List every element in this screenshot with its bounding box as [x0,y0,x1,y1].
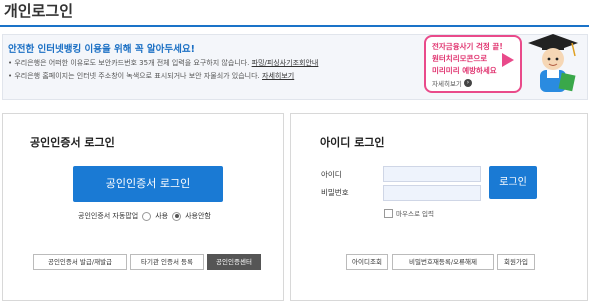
cert-center-button[interactable]: 공인인증센터 [207,254,261,270]
graduate-character-illustration [528,34,578,92]
auto-popup-setting: 공인인증서 자동팝업 사용 사용안함 [78,211,211,221]
arrow-right-icon: › [463,79,472,87]
notice-heading: 안전한 인터넷뱅킹 이용을 위해 꼭 알아두세요! [8,44,195,55]
auto-popup-off-radio[interactable] [172,211,182,221]
notice-line: • 우리은행 홈페이지는 인터넷 주소창이 녹색으로 표시되거나 보안 자물쇠가… [8,71,294,81]
cert-login-title: 공인인증서 로그인 [30,136,115,149]
promo-line: 미리미리 예방하세요 [432,66,497,75]
id-login-button[interactable]: 로그인 [489,166,537,199]
mouse-input-label: 마우스로 입력 [396,210,434,218]
password-input[interactable] [383,185,481,201]
auto-popup-off-label: 사용안함 [185,212,211,220]
id-label: 아이디 [321,170,342,179]
page-title: 개인로그인 [4,2,74,20]
auto-popup-use-label: 사용 [155,212,169,220]
mouse-input-checkbox[interactable] [384,208,393,218]
auto-popup-label: 공인인증서 자동팝업 [78,212,139,220]
promo-more-link[interactable]: 자세히보기 › [432,78,472,88]
cert-issue-button[interactable]: 공인인증서 발급/재발급 [33,254,127,270]
promo-bubble-tail [502,53,514,67]
phishing-lookup-link[interactable]: 파밍/피싱사기조회안내 [252,59,319,67]
promo-line: 원터치리모콘으로 [432,54,488,63]
id-login-title: 아이디 로그인 [320,136,385,149]
promo-line: 전자금융사기 걱정 끝! [432,42,503,51]
promo-more-label: 자세히보기 [432,80,462,88]
notice-line: • 우리은행은 어떠한 이유로도 보안카드번호 35개 전체 입력을 요구하지 … [8,58,318,68]
find-id-button[interactable]: 아이디조회 [346,254,388,270]
cert-login-button[interactable]: 공인인증서 로그인 [73,166,223,202]
title-divider [0,25,589,27]
signup-button[interactable]: 회원가입 [497,254,535,270]
id-input[interactable] [383,166,481,182]
password-reset-button[interactable]: 비밀번호재등록/오류해제 [392,254,494,270]
notice-line-text: • 우리은행 홈페이지는 인터넷 주소창이 녹색으로 표시되거나 보안 자물쇠가… [8,72,260,80]
other-cert-register-button[interactable]: 타기관 인증서 등록 [130,254,204,270]
notice-line-text: • 우리은행은 어떠한 이유로도 보안카드번호 35개 전체 입력을 요구하지 … [8,59,250,67]
mouse-input-option[interactable]: 마우스로 입력 [384,208,434,218]
auto-popup-use-radio[interactable] [142,211,152,221]
password-label: 비밀번호 [321,188,349,197]
more-info-link[interactable]: 자세히보기 [262,72,294,80]
